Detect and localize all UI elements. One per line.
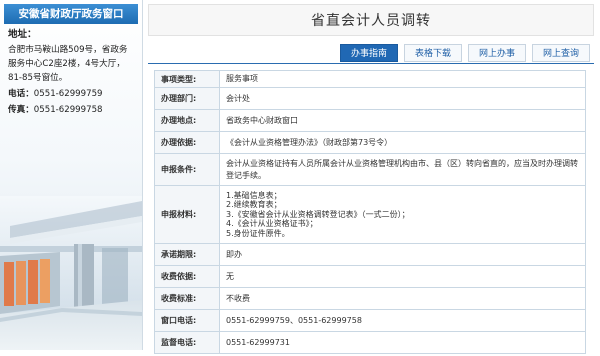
- material-item: 4.《会计从业资格证书》；: [226, 219, 318, 229]
- material-item: 3.《安徽省会计从业资格调转登记表》（一式二份）；: [226, 209, 410, 219]
- info-table: 事项类型: 服务事项 办理部门: 会计处 办理地点: 省政务中心财政窗口 办理依…: [154, 70, 586, 354]
- table-row: 事项类型: 服务事项: [154, 70, 586, 88]
- row-key: 办理依据:: [154, 131, 220, 154]
- row-key: 收费依据:: [154, 265, 220, 288]
- fax-number: 0551-62999758: [33, 105, 103, 115]
- table-row: 收费标准: 不收费: [154, 287, 586, 310]
- table-row: 承诺期限: 即办: [154, 243, 586, 266]
- table-row: 办理地点: 省政务中心财政窗口: [154, 109, 586, 132]
- tab-underline: [148, 63, 594, 64]
- table-row: 申报条件: 会计从业资格证持有人员所属会计从业资格管理机构由市、县（区）转向省直…: [154, 153, 586, 186]
- row-value: 0551-62999759、0551-62999758: [219, 309, 586, 332]
- row-value: 省政务中心财政窗口: [219, 109, 586, 132]
- page-title: 省直会计人员调转: [311, 13, 431, 29]
- row-value: 即办: [219, 243, 586, 266]
- row-value: 会计处: [219, 87, 586, 110]
- row-key: 监督电话:: [154, 331, 220, 354]
- contact-info: 地址： 合肥市马鞍山路509号，省政务服务中心C2座2楼，4号大厅，81-85号…: [8, 28, 136, 117]
- row-value: 《会计从业资格管理办法》（财政部第73号令）: [219, 131, 586, 154]
- table-row: 办理部门: 会计处: [154, 87, 586, 110]
- table-row: 申报材料: 1.基础信息表； 2.继续教育表； 3.《安徽省会计从业资格调转登记…: [154, 185, 586, 244]
- title-bar: 省直会计人员调转: [148, 4, 594, 36]
- row-key: 事项类型:: [154, 70, 220, 88]
- row-key: 申报条件:: [154, 153, 220, 186]
- service-hall-illustration: [0, 196, 142, 350]
- row-value: 1.基础信息表； 2.继续教育表； 3.《安徽省会计从业资格调转登记表》（一式二…: [219, 185, 586, 244]
- address-text: 合肥市马鞍山路509号，省政务服务中心C2座2楼，4号大厅，81-85号窗位。: [8, 45, 128, 83]
- row-value: 服务事项: [219, 70, 586, 88]
- tab-form-download[interactable]: 表格下载: [403, 44, 462, 62]
- row-key: 申报材料:: [154, 185, 220, 244]
- row-key: 办理地点:: [154, 109, 220, 132]
- table-row: 办理依据: 《会计从业资格管理办法》（财政部第73号令）: [154, 131, 586, 154]
- table-row: 监督电话: 0551-62999731: [154, 331, 586, 354]
- material-item: 5.身份证件原件。: [226, 228, 290, 238]
- row-value: 无: [219, 265, 586, 288]
- row-value: 会计从业资格证持有人员所属会计从业资格管理机构由市、县（区）转向省直的，应当及时…: [219, 153, 586, 186]
- row-value: 不收费: [219, 287, 586, 310]
- row-key: 窗口电话:: [154, 309, 220, 332]
- phone-number: 0551-62999759: [33, 89, 103, 99]
- tab-online-service[interactable]: 网上办事: [467, 44, 526, 62]
- sidebar: 安徽省财政厅政务窗口 地址： 合肥市马鞍山路509号，省政务服务中心C2座2楼，…: [0, 0, 143, 350]
- row-key: 办理部门:: [154, 87, 220, 110]
- sidebar-header: 安徽省财政厅政务窗口: [4, 4, 138, 24]
- material-item: 2.继续教育表；: [226, 200, 282, 210]
- tab-guide[interactable]: 办事指南: [339, 44, 398, 62]
- material-item: 1.基础信息表；: [226, 190, 282, 200]
- row-key: 承诺期限:: [154, 243, 220, 266]
- fax-label: 传真：: [8, 105, 34, 115]
- main-content: 省直会计人员调转 办事指南 表格下载 网上办事 网上查询 事项类型: 服务事项 …: [148, 0, 594, 356]
- tab-bar: 办事指南 表格下载 网上办事 网上查询: [339, 44, 590, 62]
- tab-online-query[interactable]: 网上查询: [531, 44, 590, 62]
- address-label: 地址：: [8, 29, 37, 40]
- row-key: 收费标准:: [154, 287, 220, 310]
- row-value: 0551-62999731: [219, 331, 586, 354]
- phone-label: 电话：: [8, 89, 34, 99]
- table-row: 收费依据: 无: [154, 265, 586, 288]
- table-row: 窗口电话: 0551-62999759、0551-62999758: [154, 309, 586, 332]
